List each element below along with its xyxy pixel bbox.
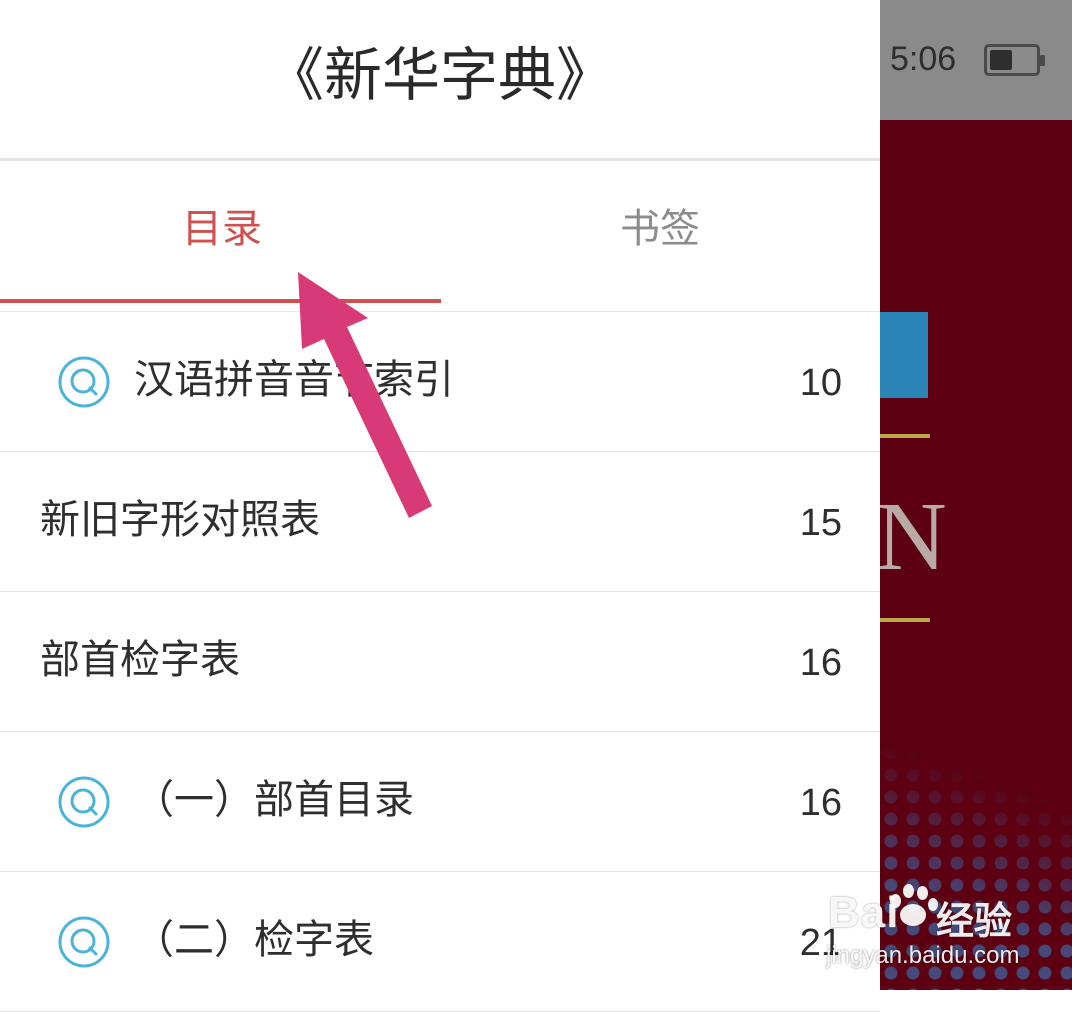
toc-item-label: 新旧字形对照表 bbox=[40, 497, 320, 543]
watermark-experience: 经验 bbox=[936, 899, 1013, 943]
toc-list: 汉语拼音音节索引 10 新旧字形对照表 15 部首检字表 16 （一）部首目录 … bbox=[0, 312, 880, 1012]
cover-divider bbox=[880, 434, 930, 438]
paw-icon bbox=[884, 880, 940, 930]
search-circle-icon bbox=[58, 916, 110, 968]
book-title: 《新华字典》 bbox=[265, 41, 614, 109]
tab-contents[interactable]: 目录 bbox=[182, 209, 262, 249]
toc-item-page: 15 bbox=[799, 502, 842, 544]
toc-drawer: 《新华字典》 目录 书签 汉语拼音音节索引 10 新旧字形对照表 15 部首检字… bbox=[0, 0, 880, 1012]
cover-letter: N bbox=[880, 483, 947, 591]
background-app: 5:06 N bbox=[880, 0, 1072, 990]
search-circle-icon bbox=[58, 356, 110, 408]
search-circle-icon bbox=[58, 776, 110, 828]
status-time: 5:06 bbox=[890, 40, 957, 78]
toc-item-label: 部首检字表 bbox=[40, 637, 240, 683]
cover-divider bbox=[880, 618, 930, 622]
toc-item[interactable]: 部首检字表 16 bbox=[0, 592, 880, 732]
toc-item[interactable]: 汉语拼音音节索引 10 bbox=[0, 312, 880, 452]
tab-indicator bbox=[0, 299, 441, 303]
toc-item-label: （一）部首目录 bbox=[134, 777, 414, 823]
toc-item-label: （二）检字表 bbox=[134, 917, 374, 963]
watermark-url: jingyan.baidu.com bbox=[826, 942, 1020, 969]
toc-item-page: 16 bbox=[799, 642, 842, 684]
toc-item-label: 汉语拼音音节索引 bbox=[134, 357, 454, 403]
battery-icon bbox=[984, 44, 1045, 76]
toc-item[interactable]: （二）检字表 21 bbox=[0, 872, 880, 1012]
baidu-watermark: Bai 经验 jingyan.baidu.com bbox=[820, 878, 1070, 988]
toc-item[interactable]: 新旧字形对照表 15 bbox=[0, 452, 880, 592]
tab-bookmarks[interactable]: 书签 bbox=[620, 209, 700, 249]
toc-item-page: 16 bbox=[799, 782, 842, 824]
cover-tag bbox=[880, 312, 928, 398]
toc-item-page: 10 bbox=[799, 362, 842, 404]
tab-bar: 目录 书签 bbox=[0, 161, 880, 312]
toc-item[interactable]: （一）部首目录 16 bbox=[0, 732, 880, 872]
drawer-header: 《新华字典》 bbox=[0, 0, 880, 161]
status-bar: 5:06 bbox=[880, 0, 1072, 120]
